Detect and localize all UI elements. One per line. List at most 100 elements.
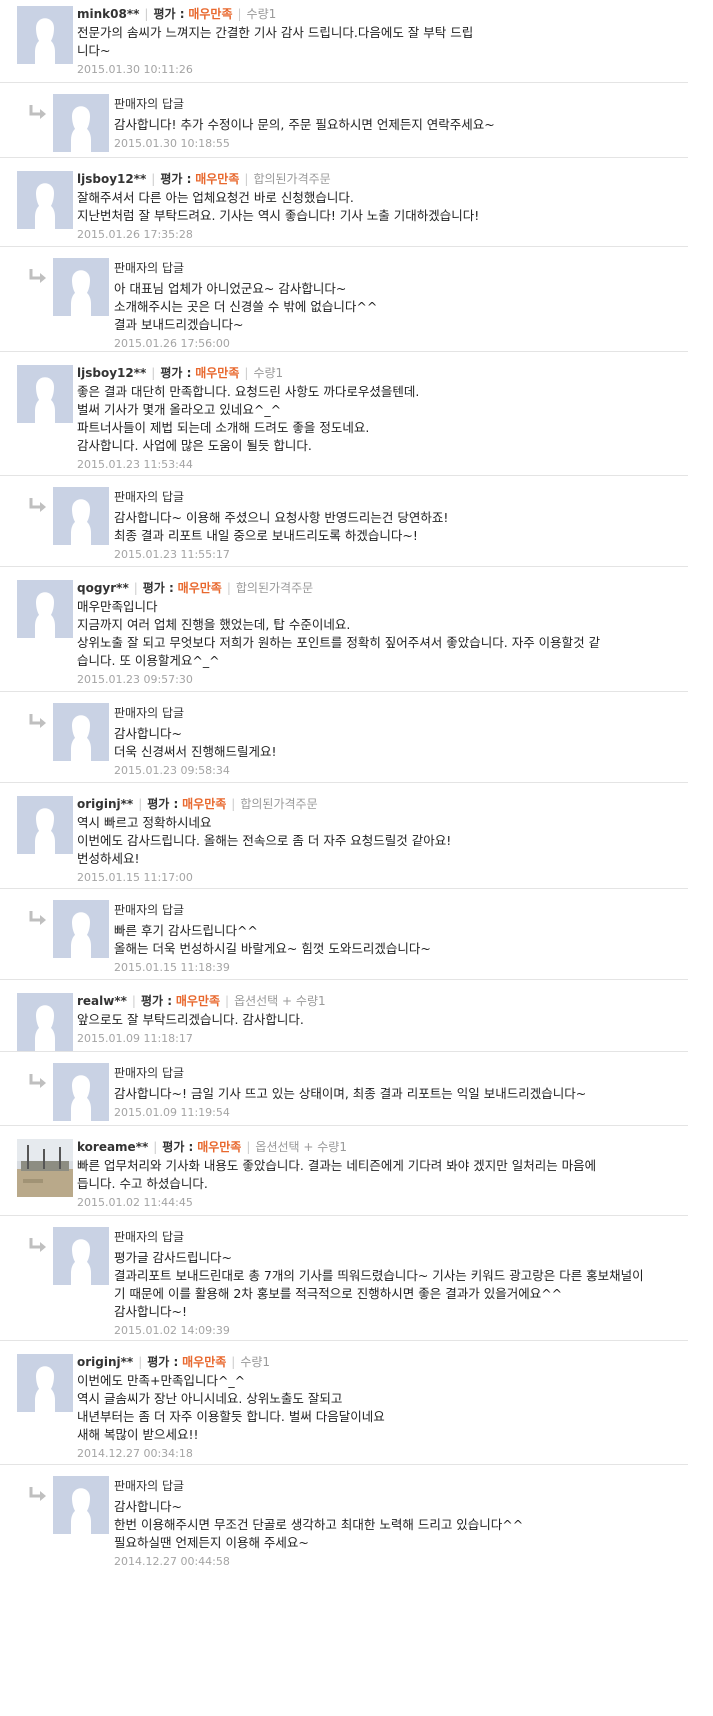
seller-reply-text: 감사합니다~ 더욱 신경써서 진행해드릴게요! <box>114 725 276 761</box>
seller-reply-line: 평가글 감사드립니다~ <box>114 1250 232 1265</box>
person-silhouette-icon <box>17 6 73 64</box>
review-text-line: 지난번처럼 잘 부탁드려요. 기사는 역시 좋습니다! 기사 노출 기대하겠습니… <box>77 208 480 223</box>
review-username: originj** <box>77 797 134 811</box>
rating-label: 평가 : <box>160 366 192 380</box>
reply-arrow-icon <box>28 1073 48 1089</box>
review-text: 좋은 결과 대단히 만족합니다. 요청드린 사항도 까다로우셨을텐데. 벌써 기사… <box>77 383 419 455</box>
person-silhouette-icon <box>53 1063 109 1121</box>
seller-reply-date: 2015.01.23 09:58:34 <box>114 764 230 777</box>
seller-reply-line: 감사합니다~ <box>114 1499 182 1514</box>
seller-reply-line: 필요하실땐 언제든지 이용해 주세요~ <box>114 1535 309 1550</box>
person-silhouette-icon <box>17 1354 73 1412</box>
seller-reply-line: 감사합니다~! <box>114 1304 187 1319</box>
review-text-line: 빠른 업무처리와 기사화 내용도 좋았습니다. 결과는 네티즌에게 기다려 봐야… <box>77 1158 597 1173</box>
divider <box>0 691 688 692</box>
review-text-line: 습니다. 또 이용할게요^_^ <box>77 653 220 668</box>
meta-divider: | <box>225 994 230 1008</box>
seller-reply-text: 빠른 후기 감사드립니다^^ 올해는 더욱 번성하시길 바랄게요~ 힘껏 도와드리… <box>114 922 431 958</box>
divider <box>0 1125 688 1126</box>
review-text-line: 매우만족입니다 <box>77 599 158 614</box>
meta-divider: | <box>246 1140 251 1154</box>
rating-label: 평가 : <box>140 994 173 1008</box>
review-text: 전문가의 솜씨가 느껴지는 간결한 기사 감사 드립니다.다음에도 잘 부탁 드… <box>77 24 473 60</box>
meta-divider: | <box>131 994 136 1008</box>
divider <box>0 888 688 889</box>
review-username: mink08** <box>77 7 140 21</box>
divider <box>0 1340 688 1341</box>
seller-reply-date: 2015.01.26 17:56:00 <box>114 337 230 350</box>
seller-reply-line: 한번 이용해주시면 무조건 단골로 생각하고 최대한 노력해 드리고 있습니다^… <box>114 1517 524 1532</box>
person-silhouette-icon <box>53 900 109 958</box>
review-meta: ljsboy12** | 평가 : 매우만족 | 합의된가격주문 <box>77 171 331 187</box>
review-username: originj** <box>77 1355 134 1369</box>
meta-divider: | <box>151 366 156 380</box>
rating-label: 평가 : <box>147 797 179 811</box>
seller-reply-date: 2015.01.30 10:18:55 <box>114 137 230 150</box>
review-date: 2015.01.26 17:35:28 <box>77 228 193 241</box>
reply-arrow-icon <box>28 910 48 926</box>
review-text-line: 상위노출 잘 되고 무엇보다 저희가 원하는 포인트를 정확히 짚어주셔서 좋았… <box>77 635 601 650</box>
seller-reply-line: 감사합니다~ 이용해 주셨으니 요청사항 반영드리는건 당연하죠! <box>114 510 449 525</box>
review-text-line: 지금까지 여러 업체 진행을 했었는데, 탑 수준이네요. <box>77 617 351 632</box>
divider <box>0 246 688 247</box>
divider <box>0 157 688 158</box>
seller-reply-text: 감사합니다~! 금일 기사 뜨고 있는 상태이며, 최종 결과 리포트는 익일 … <box>114 1085 586 1103</box>
seller-reply-date: 2015.01.15 11:18:39 <box>114 961 230 974</box>
seller-reply-date: 2015.01.09 11:19:54 <box>114 1106 230 1119</box>
review-text: 역시 빠르고 정확하시네요 이번에도 감사드립니다. 올해는 전속으로 좀 더 자… <box>77 814 451 868</box>
order-option: 합의된가격주문 <box>235 581 314 595</box>
seller-reply-title: 판매자의 답글 <box>114 903 185 917</box>
person-silhouette-icon <box>53 1476 109 1534</box>
person-silhouette-icon <box>53 703 109 761</box>
review-text-line: 니다~ <box>77 43 111 58</box>
review-text-line: 역시 빠르고 정확하시네요 <box>77 815 212 830</box>
review-text-line: 번성하세요! <box>77 851 140 866</box>
person-silhouette-icon <box>17 365 73 423</box>
review-date: 2015.01.02 11:44:45 <box>77 1196 193 1209</box>
rating-label: 평가 : <box>160 172 192 186</box>
default-avatar <box>17 796 73 854</box>
divider <box>0 1215 688 1216</box>
review-text-line: 듭니다. 수고 하셨습니다. <box>77 1176 208 1191</box>
meta-divider: | <box>231 797 236 811</box>
photo-icon <box>17 1139 73 1197</box>
review-date: 2014.12.27 00:34:18 <box>77 1447 193 1460</box>
default-avatar <box>17 171 73 229</box>
order-option: 수량1 <box>246 7 277 21</box>
seller-reply-line: 빠른 후기 감사드립니다^^ <box>114 923 258 938</box>
review-text: 매우만족입니다지금까지 여러 업체 진행을 했었는데, 탑 수준이네요. 상위노출… <box>77 598 600 670</box>
order-option: 합의된가격주문 <box>240 797 318 811</box>
default-avatar <box>17 365 73 423</box>
meta-divider: | <box>153 1140 158 1154</box>
review-meta: originj** | 평가 : 매우만족 | 수량1 <box>77 1354 270 1370</box>
reply-arrow-icon <box>28 268 48 284</box>
review-username: ljsboy12** <box>77 366 147 380</box>
review-date: 2015.01.23 11:53:44 <box>77 458 193 471</box>
person-silhouette-icon <box>17 580 73 638</box>
review-meta: originj** | 평가 : 매우만족 | 합의된가격주문 <box>77 796 318 812</box>
rating-label: 평가 : <box>153 7 185 21</box>
seller-reply-text: 평가글 감사드립니다~ 결과리포트 보내드린대로 총 7개의 기사를 띄워드렸습니… <box>114 1249 644 1321</box>
reply-arrow-icon <box>28 104 48 120</box>
default-avatar <box>53 703 109 761</box>
default-avatar <box>17 1354 73 1412</box>
review-username: ljsboy12** <box>77 172 147 186</box>
rating-label: 평가 : <box>142 581 174 595</box>
review-date: 2015.01.15 11:17:00 <box>77 871 193 884</box>
rating-label: 평가 : <box>147 1355 179 1369</box>
seller-reply-line: 감사합니다! 추가 수정이나 문의, 주문 필요하시면 언제든지 연락주세요~ <box>114 117 495 132</box>
seller-reply-date: 2014.12.27 00:44:58 <box>114 1555 230 1568</box>
review-text-line: 잘해주셔서 다른 아는 업체요청건 바로 신청했습니다. <box>77 190 354 205</box>
person-silhouette-icon <box>53 94 109 152</box>
rating-value: 매우만족 <box>177 581 222 595</box>
review-meta: koreame** | 평가 : 매우만족 | 옵션선택 + 수량1 <box>77 1139 347 1155</box>
review-text: 빠른 업무처리와 기사화 내용도 좋았습니다. 결과는 네티즌에게 기다려 봐야… <box>77 1157 596 1193</box>
rating-value: 매우만족 <box>175 994 221 1008</box>
meta-divider: | <box>231 1355 236 1369</box>
meta-divider: | <box>244 366 249 380</box>
review-text-line: 감사합니다. 사업에 많은 도움이 될듯 합니다. <box>77 438 312 453</box>
divider <box>0 351 688 352</box>
meta-divider: | <box>226 581 231 595</box>
person-silhouette-icon <box>53 258 109 316</box>
rating-value: 매우만족 <box>188 7 233 21</box>
